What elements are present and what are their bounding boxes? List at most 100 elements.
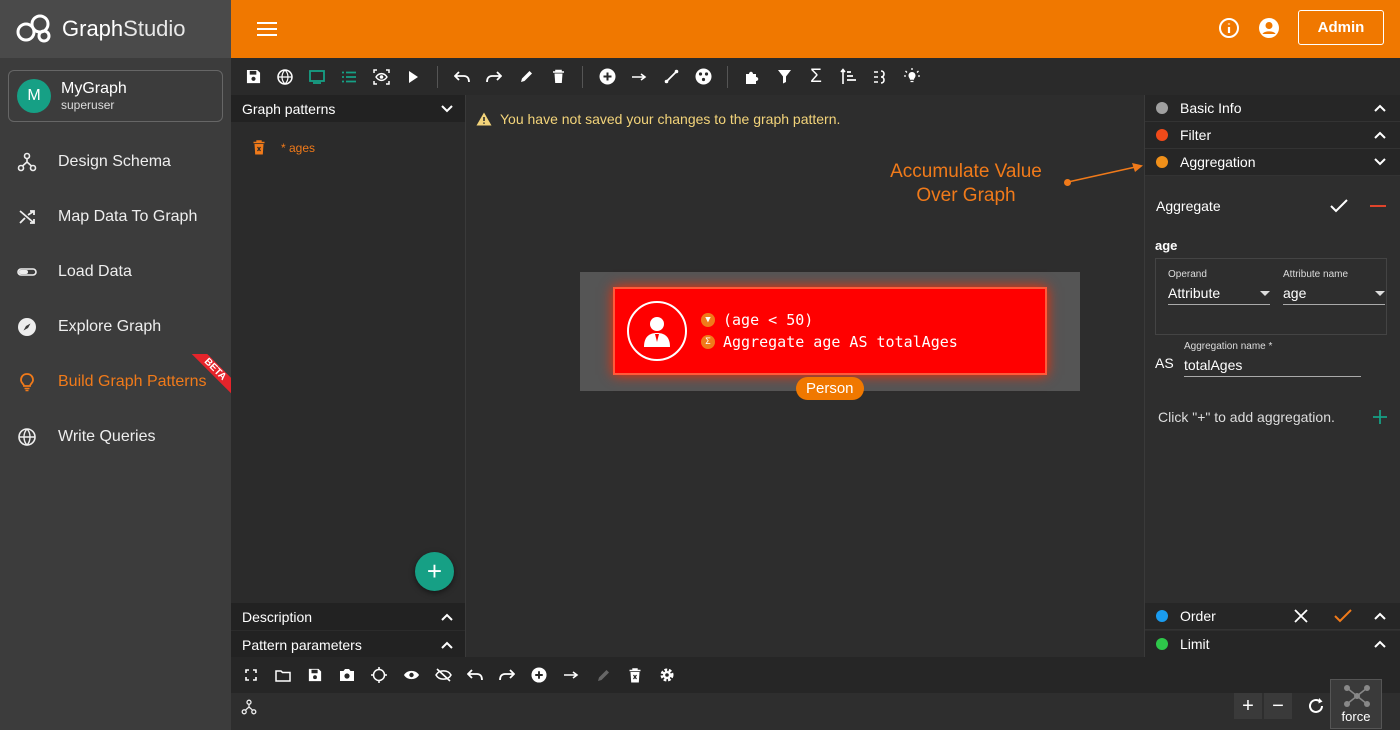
draw-edge-icon[interactable]	[659, 65, 683, 89]
check-icon[interactable]	[1330, 199, 1348, 213]
annotation-arrow	[1067, 163, 1143, 183]
logo[interactable]: GraphStudio	[0, 0, 231, 58]
toolbar-divider	[582, 65, 583, 88]
sigma-icon[interactable]: Σ	[804, 65, 828, 89]
attribute-title: age	[1155, 238, 1178, 253]
description-header[interactable]: Description	[231, 603, 465, 630]
vertex-node-person[interactable]: ▼ (age < 50) Σ Aggregate age AS totalAge…	[613, 287, 1047, 375]
delete-icon[interactable]	[546, 65, 570, 89]
globe-icon	[16, 426, 38, 448]
filter-header[interactable]: Filter	[1145, 122, 1400, 149]
redo-icon[interactable]	[495, 663, 519, 687]
redo-icon[interactable]	[482, 65, 506, 89]
aggregation-header[interactable]: Aggregation	[1145, 149, 1400, 176]
chevron-up-icon[interactable]	[441, 641, 453, 649]
progress-bar-icon	[16, 261, 38, 283]
chevron-up-icon[interactable]	[1374, 612, 1386, 620]
save-icon[interactable]	[303, 663, 327, 687]
graph-canvas[interactable]: You have not saved your changes to the g…	[466, 95, 1144, 657]
pattern-list-item[interactable]: * ages	[231, 122, 465, 155]
hide-icon[interactable]	[431, 663, 455, 687]
annotation-callout: Accumulate Value Over Graph	[890, 161, 1042, 206]
aggregation-name-input[interactable]: Aggregation name * totalAges	[1184, 341, 1361, 377]
pattern-parameters-header[interactable]: Pattern parameters	[231, 631, 465, 658]
folder-icon[interactable]	[271, 663, 295, 687]
save-icon[interactable]	[241, 65, 265, 89]
nav-load-data[interactable]: Load Data	[0, 244, 231, 299]
check-icon[interactable]	[1334, 609, 1352, 623]
trash-icon[interactable]	[253, 140, 265, 155]
camera-icon[interactable]	[335, 663, 359, 687]
layout-force-button[interactable]: force	[1330, 679, 1382, 729]
node-filter-line: ▼ (age < 50)	[701, 309, 958, 331]
nav-write-queries[interactable]: Write Queries	[0, 409, 231, 464]
info-icon[interactable]	[1218, 17, 1240, 39]
add-edge-icon[interactable]	[627, 65, 651, 89]
nav-explore-graph[interactable]: Explore Graph	[0, 299, 231, 354]
zoom-out-button[interactable]: −	[1264, 693, 1292, 719]
graph-selector[interactable]: M MyGraph superuser	[8, 70, 223, 122]
limit-header[interactable]: Limit	[1145, 631, 1400, 658]
chevron-up-icon[interactable]	[1374, 104, 1386, 112]
panel-title: Graph patterns	[242, 100, 336, 117]
add-icon[interactable]	[1372, 409, 1388, 425]
sort-icon[interactable]	[836, 65, 860, 89]
chevron-up-icon[interactable]	[1374, 640, 1386, 648]
undo-icon[interactable]	[450, 65, 474, 89]
graph-patterns-header[interactable]: Graph patterns	[231, 95, 465, 122]
attribute-name-select[interactable]: Attribute name age	[1283, 269, 1385, 305]
settings-icon[interactable]	[655, 663, 679, 687]
chevron-up-icon[interactable]	[1374, 131, 1386, 139]
puzzle-icon[interactable]	[740, 65, 764, 89]
add-vertex-icon[interactable]	[527, 663, 551, 687]
eye-scan-icon[interactable]	[369, 65, 393, 89]
globe-icon[interactable]	[273, 65, 297, 89]
logo-text: GraphStudio	[62, 16, 186, 41]
basic-info-header[interactable]: Basic Info	[1145, 95, 1400, 122]
zoom-in-button[interactable]: +	[1234, 693, 1262, 719]
aggregation-field-group: Operand Attribute Attribute name age	[1155, 258, 1387, 335]
edit-icon[interactable]	[591, 663, 615, 687]
locate-icon[interactable]	[367, 663, 391, 687]
top-bar: Admin	[231, 0, 1400, 58]
as-label: AS	[1155, 355, 1174, 371]
admin-button[interactable]: Admin	[1298, 10, 1384, 45]
nav-design-schema[interactable]: Design Schema	[0, 134, 231, 189]
delete-icon[interactable]	[623, 663, 647, 687]
play-icon[interactable]	[401, 65, 425, 89]
nav-map-data[interactable]: Map Data To Graph	[0, 189, 231, 244]
schema-icon[interactable]	[241, 699, 257, 715]
remove-icon[interactable]	[1370, 204, 1386, 208]
account-icon[interactable]	[1258, 17, 1280, 39]
schema-icon	[16, 151, 38, 173]
fullscreen-icon[interactable]	[239, 663, 263, 687]
limit-icon[interactable]	[868, 65, 892, 89]
warning-icon	[476, 112, 492, 126]
add-edge-icon[interactable]	[559, 663, 583, 687]
filter-icon[interactable]	[772, 65, 796, 89]
status-dot	[1156, 129, 1168, 141]
status-dot	[1156, 610, 1168, 622]
show-icon[interactable]	[399, 663, 423, 687]
nav-label: Build Graph Patterns	[58, 372, 207, 390]
add-aggregation-row: Click "+" to add aggregation.	[1158, 409, 1388, 425]
operand-select[interactable]: Operand Attribute	[1168, 269, 1270, 305]
add-pattern-button[interactable]: +	[415, 552, 454, 591]
chevron-down-icon[interactable]	[441, 104, 453, 113]
close-icon[interactable]	[1294, 609, 1308, 623]
pattern-icon[interactable]	[691, 65, 715, 89]
nav-build-graph-patterns[interactable]: Build Graph Patterns BETA	[0, 354, 231, 409]
list-icon[interactable]	[337, 65, 361, 89]
chevron-up-icon[interactable]	[441, 613, 453, 621]
refresh-button[interactable]	[1302, 693, 1330, 719]
edit-icon[interactable]	[514, 65, 538, 89]
chevron-down-icon[interactable]	[1374, 158, 1386, 166]
idea-icon[interactable]	[900, 65, 924, 89]
monitor-icon[interactable]	[305, 65, 329, 89]
zoom-controls: + −	[1234, 693, 1330, 719]
add-vertex-icon[interactable]	[595, 65, 619, 89]
undo-icon[interactable]	[463, 663, 487, 687]
force-layout-icon	[1344, 685, 1370, 707]
order-header[interactable]: Order	[1145, 603, 1400, 630]
menu-icon[interactable]	[257, 18, 277, 40]
